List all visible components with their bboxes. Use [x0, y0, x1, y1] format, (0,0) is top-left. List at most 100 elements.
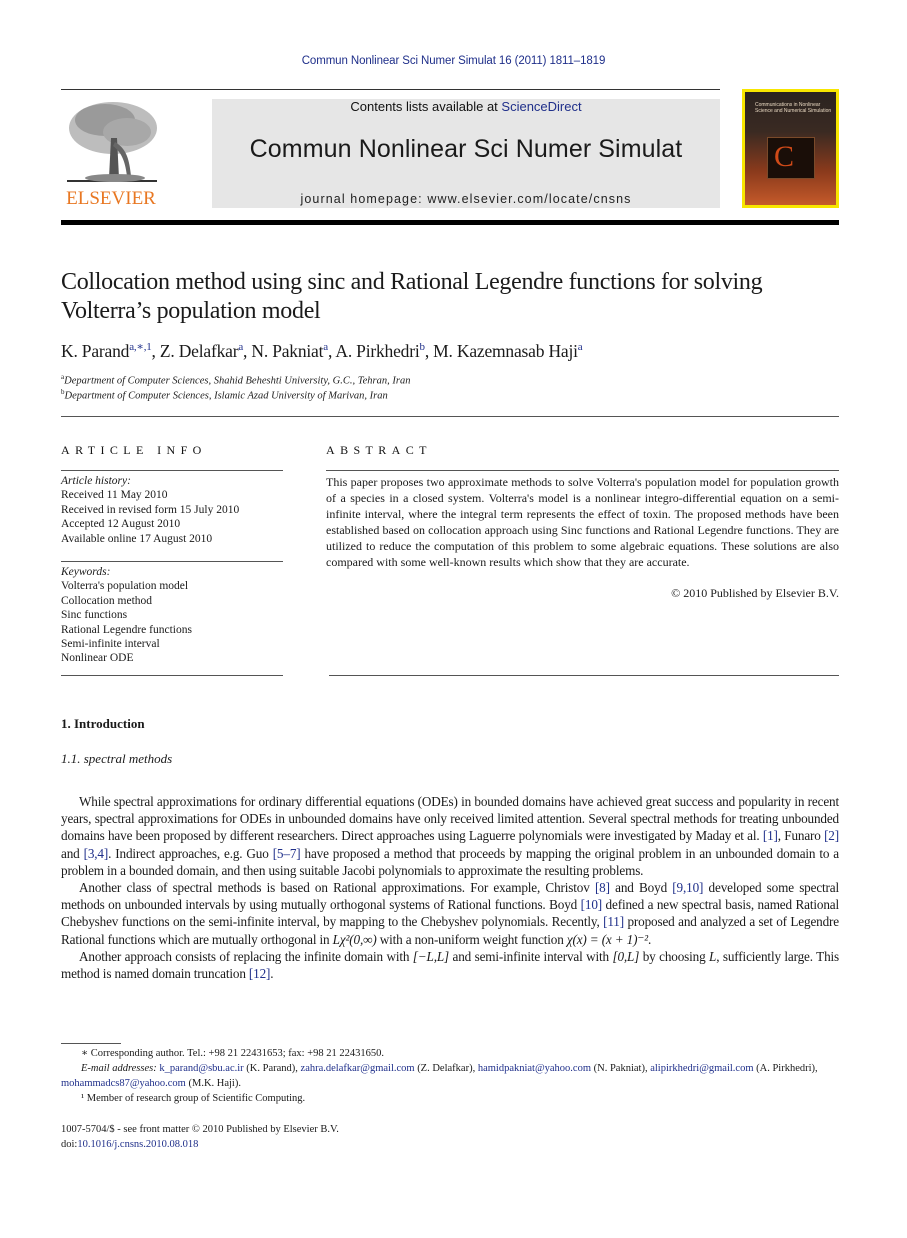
- keywords-label: Keywords:: [61, 566, 111, 578]
- citation-link[interactable]: [5–7]: [273, 846, 301, 861]
- author-affil-sup[interactable]: b: [420, 341, 426, 353]
- keyword: Nonlinear ODE: [61, 652, 134, 665]
- text: Another approach consists of replacing t…: [79, 948, 413, 964]
- abstract-copyright: © 2010 Published by Elsevier B.V.: [671, 586, 839, 600]
- text: .: [270, 966, 274, 982]
- email-link[interactable]: alipirkhedri@gmail.com: [650, 1063, 753, 1074]
- text: by choosing: [639, 948, 710, 964]
- footnote-emails: E-mail addresses: k_parand@sbu.ac.ir (K.…: [61, 1061, 839, 1091]
- email-owner: (A. Pirkhedri),: [753, 1063, 818, 1074]
- math-expression: Lχ²(0,∞): [332, 931, 377, 947]
- email-link[interactable]: zahra.delafkar@gmail.com: [301, 1063, 415, 1074]
- divider: [61, 416, 839, 417]
- email-owner: (M.K. Haji).: [185, 1078, 241, 1089]
- history-item: Received in revised form 15 July 2010: [61, 503, 240, 516]
- citation-link[interactable]: [8]: [595, 880, 610, 895]
- footnotes: ∗ Corresponding author. Tel.: +98 21 224…: [61, 1046, 839, 1106]
- paragraph: Another class of spectral methods is bas…: [61, 879, 839, 948]
- author[interactable]: N. Pakniat: [251, 341, 323, 361]
- keyword: Rational Legendre functions: [61, 623, 192, 636]
- doi-label: doi:: [61, 1139, 78, 1150]
- author[interactable]: A. Pirkhedri: [335, 341, 419, 361]
- doi-link[interactable]: 10.1016/j.cnsns.2010.08.018: [77, 1139, 198, 1150]
- issn-line: 1007-5704/$ - see front matter © 2010 Pu…: [61, 1124, 339, 1135]
- email-link[interactable]: mohammadcs87@yahoo.com: [61, 1078, 186, 1089]
- elsevier-tree-icon: [67, 102, 157, 182]
- text: with a non-uniform weight function: [376, 931, 567, 947]
- citation-link[interactable]: [12]: [249, 966, 271, 981]
- history-item: Available online 17 August 2010: [61, 532, 213, 545]
- divider: [61, 675, 283, 676]
- running-head[interactable]: Commun Nonlinear Sci Numer Simulat 16 (2…: [0, 55, 907, 67]
- sciencedirect-link[interactable]: ScienceDirect: [501, 99, 581, 114]
- email-link[interactable]: hamidpakniat@yahoo.com: [478, 1063, 591, 1074]
- citation-link[interactable]: [10]: [581, 897, 603, 912]
- elsevier-wordmark: ELSEVIER: [66, 188, 156, 209]
- abstract-text: This paper proposes two approximate meth…: [326, 475, 839, 569]
- email-owner: (Z. Delafkar),: [414, 1063, 478, 1074]
- cover-illustration: C: [767, 137, 815, 179]
- header-rule: [61, 89, 720, 90]
- contents-prefix: Contents lists available at: [350, 99, 502, 114]
- text: . Indirect approaches, e.g. Guo: [108, 845, 273, 861]
- citation-link[interactable]: [2]: [824, 828, 839, 843]
- article-history: Article history: Received 11 May 2010 Re…: [61, 474, 291, 546]
- email-owner: (N. Pakniat),: [591, 1063, 651, 1074]
- article-title: Collocation method using sinc and Ration…: [61, 269, 763, 324]
- math-expression: [0,L]: [612, 948, 640, 964]
- footnote-member: ¹ Member of research group of Scientific…: [81, 1093, 306, 1104]
- math-expression: [−L,L]: [412, 948, 450, 964]
- citation-link[interactable]: [3,4]: [84, 846, 109, 861]
- subsection-heading: 1.1. spectral methods: [61, 751, 173, 766]
- footnote-rule: [61, 1043, 121, 1044]
- section-heading: 1. Introduction: [61, 716, 145, 731]
- journal-homepage: journal homepage: www.elsevier.com/locat…: [212, 192, 720, 206]
- affiliation-a: aDepartment of Computer Sciences, Shahid…: [61, 373, 410, 387]
- email-label: E-mail addresses:: [81, 1063, 157, 1074]
- paragraph: Another approach consists of replacing t…: [61, 948, 839, 982]
- divider: [61, 470, 283, 471]
- history-label: Article history:: [61, 475, 131, 487]
- front-matter: 1007-5704/$ - see front matter © 2010 Pu…: [61, 1122, 339, 1152]
- divider: [61, 561, 283, 562]
- history-item: Accepted 12 August 2010: [61, 518, 181, 531]
- homepage-link[interactable]: www.elsevier.com/locate/cnsns: [427, 192, 631, 206]
- keyword: Sinc functions: [61, 609, 128, 622]
- homepage-label: journal homepage:: [300, 192, 428, 206]
- divider: [326, 470, 839, 471]
- text: and semi-infinite interval with: [449, 948, 613, 964]
- header-thick-rule: [61, 220, 839, 225]
- cover-artwork: Communications in Nonlinear Science and …: [745, 92, 836, 205]
- affil-text: Department of Computer Sciences, Shahid …: [64, 375, 411, 387]
- citation-link[interactable]: [1]: [763, 828, 778, 843]
- email-owner: (K. Parand),: [243, 1063, 301, 1074]
- cover-c-glyph-icon: C: [774, 140, 795, 173]
- text: and Boyd: [609, 880, 673, 896]
- author-affil-sup[interactable]: a: [238, 341, 243, 353]
- keyword: Semi-infinite interval: [61, 638, 160, 651]
- text: .: [647, 931, 652, 947]
- author-affil-sup[interactable]: a,∗,1: [129, 341, 152, 353]
- keyword: Collocation method: [61, 594, 153, 607]
- footnote-corresponding: ∗ Corresponding author. Tel.: +98 21 224…: [81, 1048, 384, 1059]
- journal-cover-image[interactable]: Communications in Nonlinear Science and …: [742, 89, 839, 208]
- author[interactable]: K. Parand: [61, 341, 129, 361]
- body-text: While spectral approximations for ordina…: [61, 793, 839, 982]
- elsevier-logo[interactable]: ELSEVIER: [61, 98, 161, 210]
- abstract-heading: ABSTRACT: [326, 443, 432, 457]
- text: , Funaro: [777, 828, 825, 844]
- author-affil-sup[interactable]: a: [323, 341, 328, 353]
- author-affil-sup[interactable]: a: [578, 341, 583, 353]
- citation-link[interactable]: [9,10]: [672, 880, 703, 895]
- keyword: Volterra's population model: [61, 580, 189, 593]
- history-item: Received 11 May 2010: [61, 489, 168, 502]
- article-info-heading: ARTICLE INFO: [61, 443, 207, 457]
- journal-title: Commun Nonlinear Sci Numer Simulat: [249, 135, 683, 163]
- author[interactable]: Z. Delafkar: [160, 341, 239, 361]
- doi-line: doi:10.1016/j.cnsns.2010.08.018: [61, 1137, 339, 1152]
- author[interactable]: M. Kazemnasab Haji: [433, 341, 578, 361]
- affiliation-b: bDepartment of Computer Sciences, Islami…: [61, 388, 388, 402]
- text: and: [61, 845, 84, 861]
- citation-link[interactable]: [11]: [603, 914, 624, 929]
- email-link[interactable]: k_parand@sbu.ac.ir: [159, 1063, 243, 1074]
